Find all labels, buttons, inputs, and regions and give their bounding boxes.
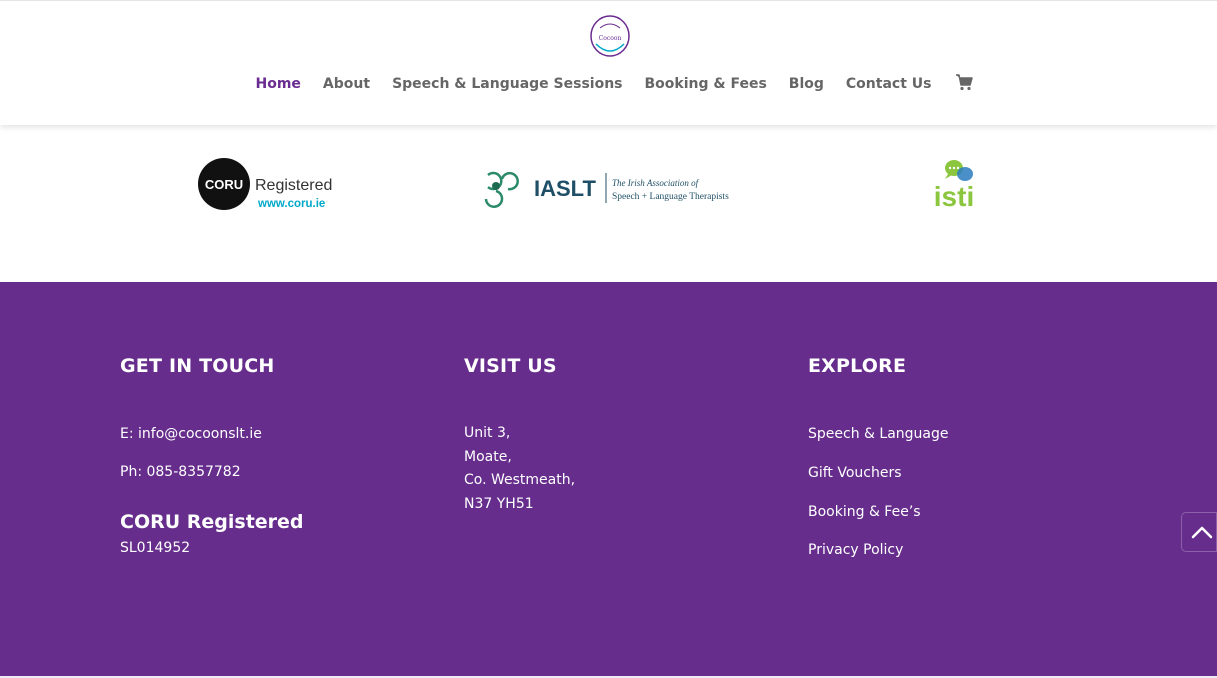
isti-wordmark: isti <box>934 181 974 212</box>
coru-url: www.coru.ie <box>257 198 325 210</box>
nav-booking-fees[interactable]: Booking & Fees <box>645 73 767 95</box>
get-in-touch-heading: GET IN TOUCH <box>120 355 275 377</box>
explore-heading: EXPLORE <box>808 355 907 377</box>
explore-column: EXPLORE Speech & Language Gift Vouchers … <box>808 352 1128 577</box>
coru-number: SL014952 <box>120 540 191 556</box>
iaslt-line1: The Irish Association of <box>612 178 700 188</box>
nav-home[interactable]: Home <box>256 73 301 95</box>
nav-speech-language-sessions[interactable]: Speech & Language Sessions <box>392 73 622 95</box>
scroll-to-top-button[interactable] <box>1181 512 1217 552</box>
nav-blog[interactable]: Blog <box>789 73 824 95</box>
explore-link-booking-fees[interactable]: Booking & Fee’s <box>808 500 1128 524</box>
contact-phone[interactable]: Ph: 085-8357782 <box>120 460 440 484</box>
isti-logo: isti <box>934 160 974 212</box>
cocoon-logo-icon[interactable]: Cocoon <box>588 14 632 60</box>
contact-email[interactable]: E: info@cocoonslt.ie <box>120 422 440 446</box>
site-footer: GET IN TOUCH E: info@cocoonslt.ie Ph: 08… <box>0 282 1217 678</box>
visit-us-column: VISIT US Unit 3, Moate, Co. Westmeath, N… <box>464 352 784 516</box>
coru-registered-text: Registered <box>255 177 332 194</box>
get-in-touch-column: GET IN TOUCH E: info@cocoonslt.ie Ph: 08… <box>120 352 440 560</box>
nav-about[interactable]: About <box>323 73 370 95</box>
iaslt-logo: IASLT The Irish Association of Speech + … <box>484 171 729 208</box>
main-nav: Home About Speech & Language Sessions Bo… <box>0 73 1217 95</box>
explore-link-gift-vouchers[interactable]: Gift Vouchers <box>808 461 1128 485</box>
accreditation-logos: CORU Registered www.coru.ie IASLT The Ir… <box>0 125 1217 282</box>
address-line: Co. Westmeath, <box>464 472 576 488</box>
coru-wordmark: CORU <box>205 177 243 192</box>
coru-registered-logo: CORU Registered www.coru.ie <box>198 158 332 210</box>
explore-link-speech-language[interactable]: Speech & Language <box>808 422 1128 446</box>
chevron-up-icon <box>1191 526 1213 539</box>
iaslt-line2: Speech + Language Therapists <box>612 192 729 202</box>
explore-link-privacy-policy[interactable]: Privacy Policy <box>808 538 1128 562</box>
iaslt-wordmark: IASLT <box>534 176 596 201</box>
address-line: Moate, <box>464 448 512 465</box>
address-line: Unit 3, <box>464 425 511 441</box>
shopping-cart-icon[interactable] <box>955 72 974 92</box>
visit-us-heading: VISIT US <box>464 355 557 377</box>
svg-text:Cocoon: Cocoon <box>599 35 622 42</box>
site-header: Cocoon Home About Speech & Language Sess… <box>0 0 1217 125</box>
coru-registered-heading: CORU Registered <box>120 511 304 533</box>
nav-contact-us[interactable]: Contact Us <box>846 73 932 95</box>
address-line: N37 YH51 <box>464 495 534 512</box>
